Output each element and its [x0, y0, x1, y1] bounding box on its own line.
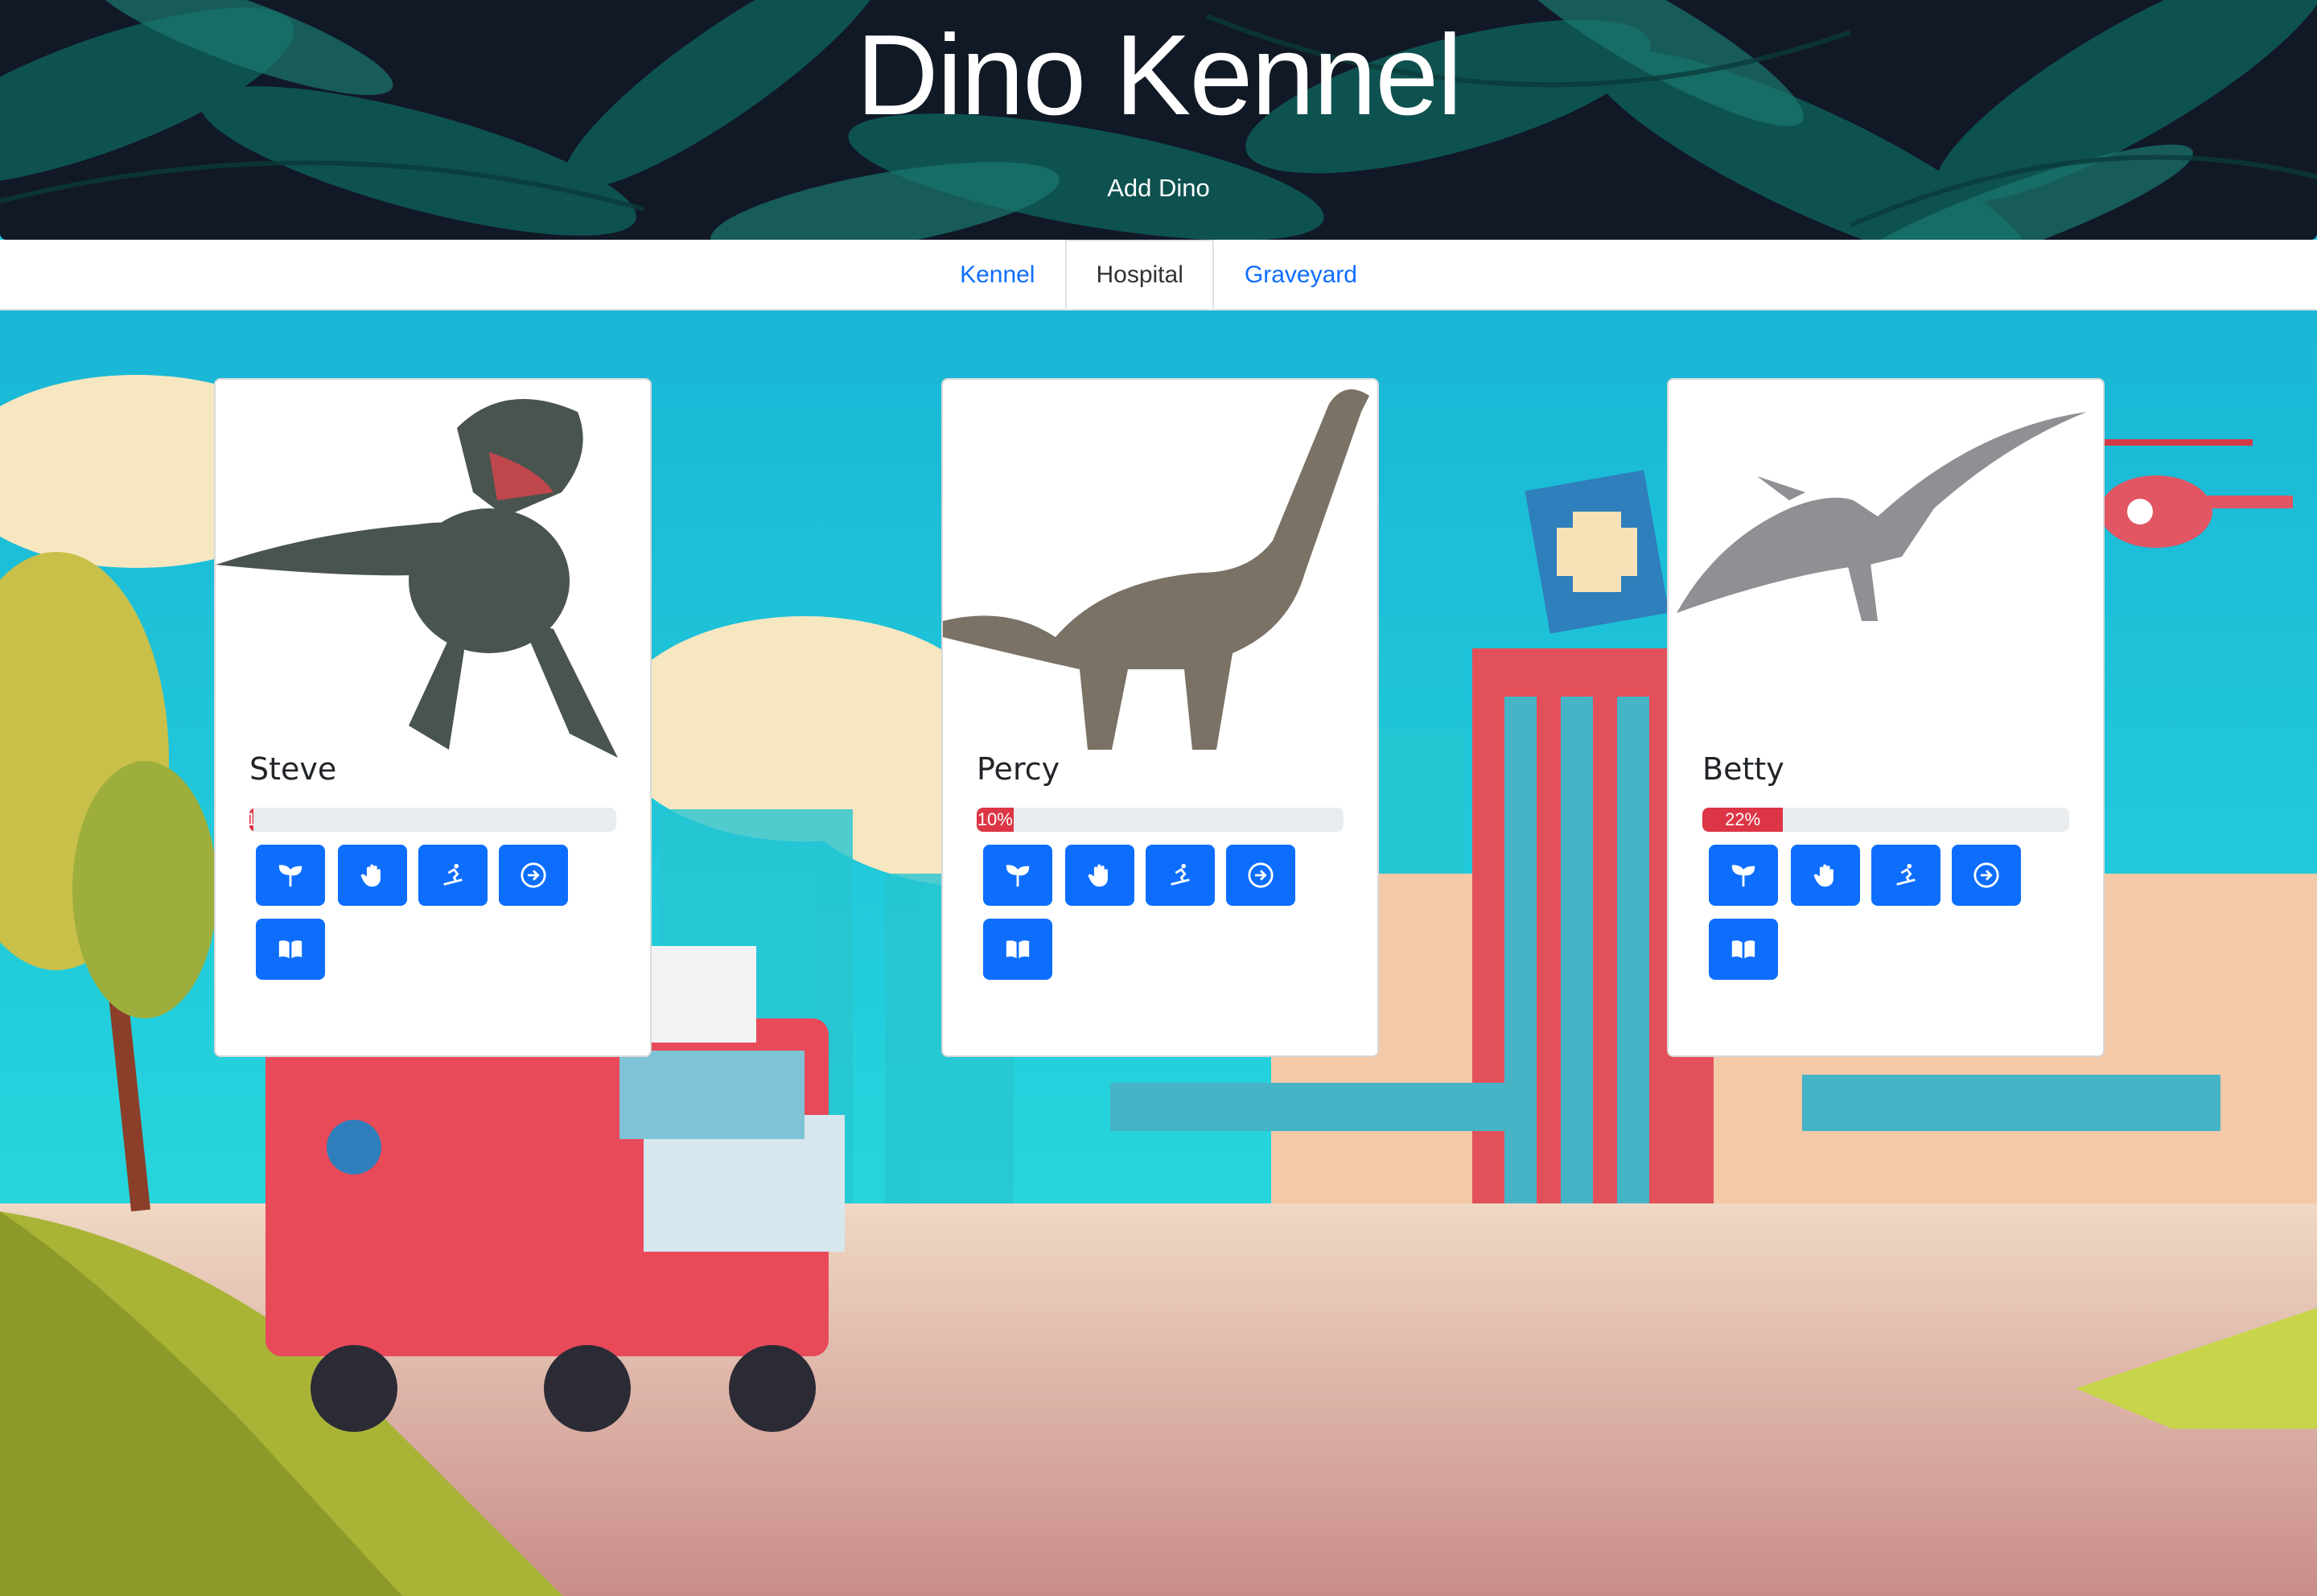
dino-name: Steve — [249, 751, 337, 787]
hand-icon — [360, 864, 381, 887]
health-bar: 10% — [977, 808, 1344, 832]
arrow-right-circle-icon — [521, 862, 546, 888]
health-bar-fill: 22% — [1702, 808, 1784, 832]
health-bar: 22% — [1702, 808, 2069, 832]
add-dino-link[interactable]: Add Dino — [1107, 174, 1210, 202]
feed-button[interactable] — [983, 845, 1052, 906]
sprout-icon — [1006, 865, 1030, 887]
tab-hospital[interactable]: Hospital — [1065, 240, 1214, 309]
tab-graveyard[interactable]: Graveyard — [1214, 240, 1388, 309]
pterodactyl-image — [1677, 412, 2087, 621]
read-button[interactable] — [983, 919, 1052, 980]
pet-button[interactable] — [1065, 845, 1134, 906]
header-banner: Dino Kennel Add Dino — [0, 0, 2317, 240]
hand-icon — [1813, 864, 1833, 887]
tab-bar: Kennel Hospital Graveyard — [0, 240, 2317, 311]
sprout-icon — [278, 865, 302, 887]
read-button[interactable] — [256, 919, 325, 980]
tab-kennel[interactable]: Kennel — [929, 240, 1065, 309]
dino-card: Percy 10% — [941, 378, 1379, 1057]
feed-button[interactable] — [256, 845, 325, 906]
dino-card: Steve 1 — [214, 378, 652, 1057]
dino-card: Betty 22% — [1667, 378, 2105, 1057]
book-icon — [278, 940, 302, 959]
feed-button[interactable] — [1709, 845, 1778, 906]
dino-name: Percy — [977, 751, 1060, 787]
pet-button[interactable] — [338, 845, 407, 906]
hand-icon — [1088, 864, 1108, 887]
book-icon — [1006, 940, 1030, 959]
snowboarding-icon — [1171, 863, 1190, 886]
t-rex-image — [216, 399, 618, 758]
page-title: Dino Kennel — [856, 11, 1463, 139]
dino-name: Betty — [1702, 751, 1784, 787]
read-button[interactable] — [1709, 919, 1778, 980]
arrow-right-circle-icon — [1973, 862, 1999, 888]
discharge-button[interactable] — [1226, 845, 1295, 906]
exercise-button[interactable] — [1146, 845, 1215, 906]
brachiosaurus-image — [943, 389, 1369, 750]
sprout-icon — [1731, 865, 1755, 887]
arrow-right-circle-icon — [1248, 862, 1274, 888]
health-bar: 1 — [249, 808, 616, 832]
discharge-button[interactable] — [499, 845, 568, 906]
exercise-button[interactable] — [1871, 845, 1940, 906]
pet-button[interactable] — [1791, 845, 1860, 906]
snowboarding-icon — [443, 863, 463, 886]
discharge-button[interactable] — [1952, 845, 2021, 906]
exercise-button[interactable] — [418, 845, 488, 906]
health-bar-fill: 10% — [977, 808, 1014, 832]
snowboarding-icon — [1896, 863, 1916, 886]
health-bar-fill: 1 — [249, 808, 253, 832]
book-icon — [1731, 940, 1755, 959]
